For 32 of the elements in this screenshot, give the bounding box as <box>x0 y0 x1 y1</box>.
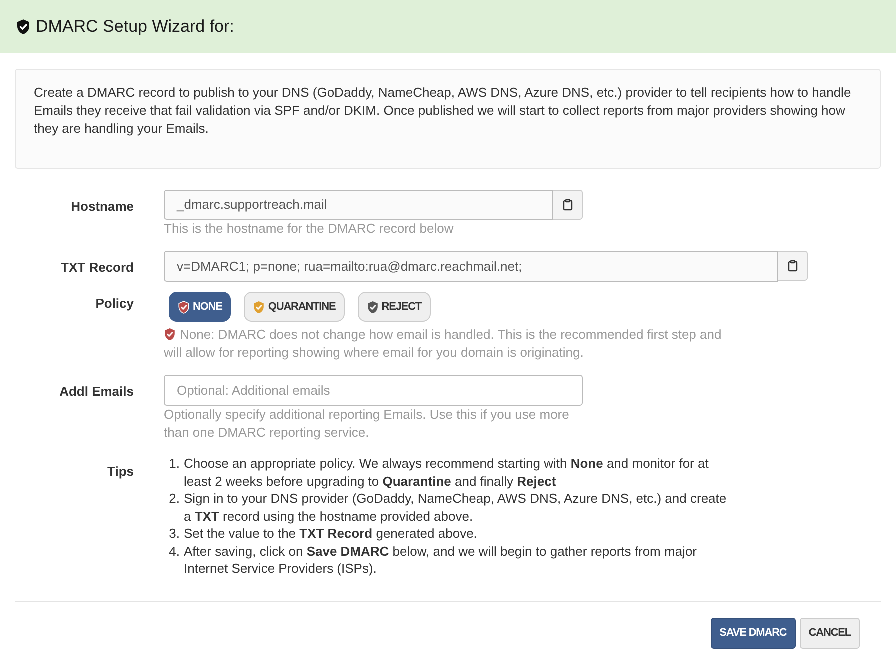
hostname-field[interactable]: _dmarc.supportreach.mail <box>164 190 553 220</box>
clipboard-icon <box>786 260 798 272</box>
field-label: Addl Emails <box>60 383 134 401</box>
shield-check-icon <box>164 328 176 341</box>
field-label: TXT Record <box>61 259 134 277</box>
field-label: Hostname <box>71 198 134 216</box>
tip-text: Sign in to your DNS provider (GoDaddy, NameCheap, AWS DNS, Azure DNS, etc.) and create a TXT record using the hostname provided above. <box>184 490 728 525</box>
policy-description: None: DMARC does not change how email is handled. This is the recommended first step and will allow for reporting showing where email for you domain is originating. <box>164 326 723 362</box>
save-button[interactable]: SAVE DMARC <box>710 618 796 648</box>
policy-option[interactable]: NONE <box>169 292 232 322</box>
list-number: 4. <box>168 542 181 560</box>
copy-button[interactable] <box>778 251 808 281</box>
intro-text: Create a DMARC record to publish to your DNS (GoDaddy, NameCheap, AWS DNS, Azure DNS, etc.) provider to tell recipients how to handle Emails they receive that fail validation via SPF and/or DKIM. Once published we will start to collect reports from major providers showing how they are handling your Emails. <box>34 84 852 138</box>
field-label: Policy <box>96 295 134 313</box>
field-label: Tips <box>108 463 134 481</box>
tip-text: After saving, click on Save DMARC below, and we will begin to gather reports from major Internet Service Providers (ISPs). <box>184 542 698 578</box>
help-text: Optionally specify additional reporting Emails. Use this if you use more than one DMARC reporting service. <box>164 406 570 442</box>
policy-option[interactable]: REJECT <box>358 292 431 322</box>
copy-button[interactable] <box>553 190 583 220</box>
list-number: 3. <box>168 525 181 542</box>
cancel-button[interactable]: CANCEL <box>800 618 860 648</box>
clipboard-icon <box>562 199 574 211</box>
policy-option[interactable]: QUARANTINE <box>244 292 345 322</box>
tip-text: Set the value to the TXT Record generated above. <box>184 525 478 542</box>
txt-record-field[interactable]: v=DMARC1; p=none; rua=mailto:rua@dmarc.reachmail.net; <box>164 251 778 282</box>
list-number: 1. <box>168 455 181 472</box>
window-title: DMARC Setup Wizard for: <box>36 16 234 38</box>
help-text: This is the hostname for the DMARC record below <box>164 220 454 238</box>
addl-emails-field[interactable]: Optional: Additional emails <box>164 375 583 406</box>
list-number: 2. <box>168 490 181 508</box>
shield-check-icon <box>16 18 31 34</box>
tip-text: Choose an appropriate policy. We always recommend starting with None and monitor for at least 2 weeks before upgrading to Quarantine and finally Reject <box>184 455 710 490</box>
